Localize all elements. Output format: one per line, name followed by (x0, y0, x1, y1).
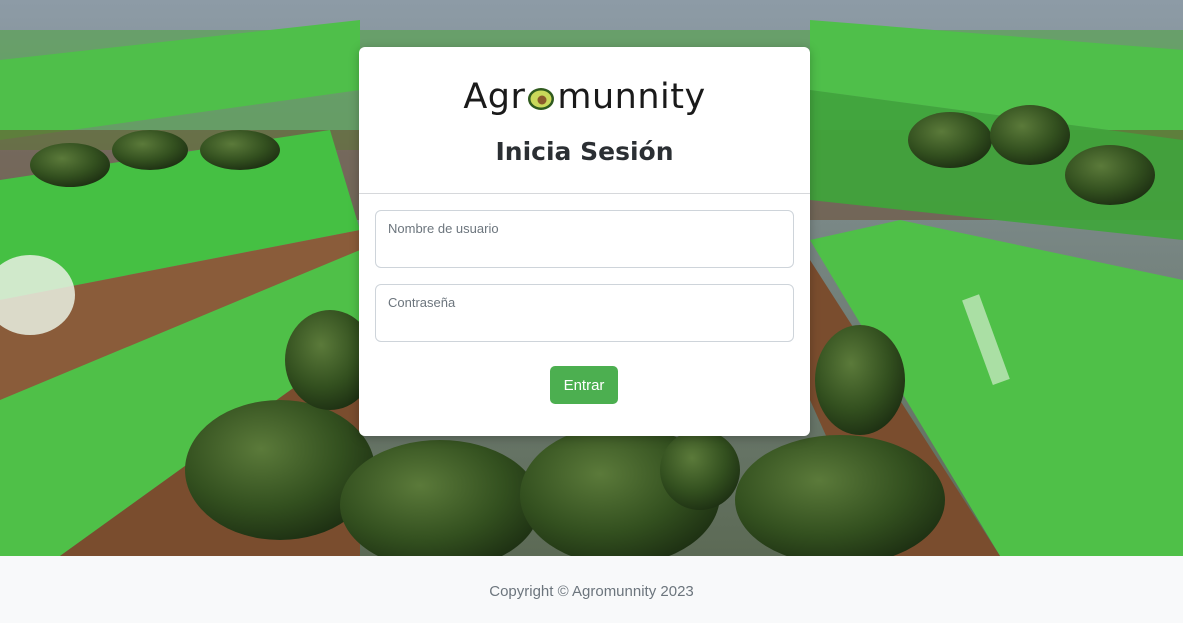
login-page: Agr munnity Inicia Sesión Nombre de usuar… (0, 0, 1183, 623)
password-label: Contraseña (388, 295, 456, 310)
avocado-icon (526, 81, 556, 111)
username-input[interactable] (388, 239, 781, 261)
copyright-text: Copyright © Agromunnity 2023 (489, 583, 694, 600)
footer: Copyright © Agromunnity 2023 (0, 556, 1183, 623)
username-field[interactable]: Nombre de usuario (375, 210, 794, 268)
login-title: Inicia Sesión (495, 137, 674, 166)
logo-text-prefix: Agr (463, 77, 526, 117)
logo-text-suffix: munnity (557, 77, 706, 117)
card-header: Agr munnity Inicia Sesión (359, 47, 810, 194)
password-input[interactable] (388, 313, 781, 335)
password-field[interactable]: Contraseña (375, 284, 794, 342)
brand-logo: Agr munnity (359, 75, 810, 119)
username-label: Nombre de usuario (388, 221, 499, 236)
submit-button[interactable]: Entrar (550, 366, 618, 404)
login-card: Agr munnity Inicia Sesión Nombre de usuar… (359, 47, 810, 436)
